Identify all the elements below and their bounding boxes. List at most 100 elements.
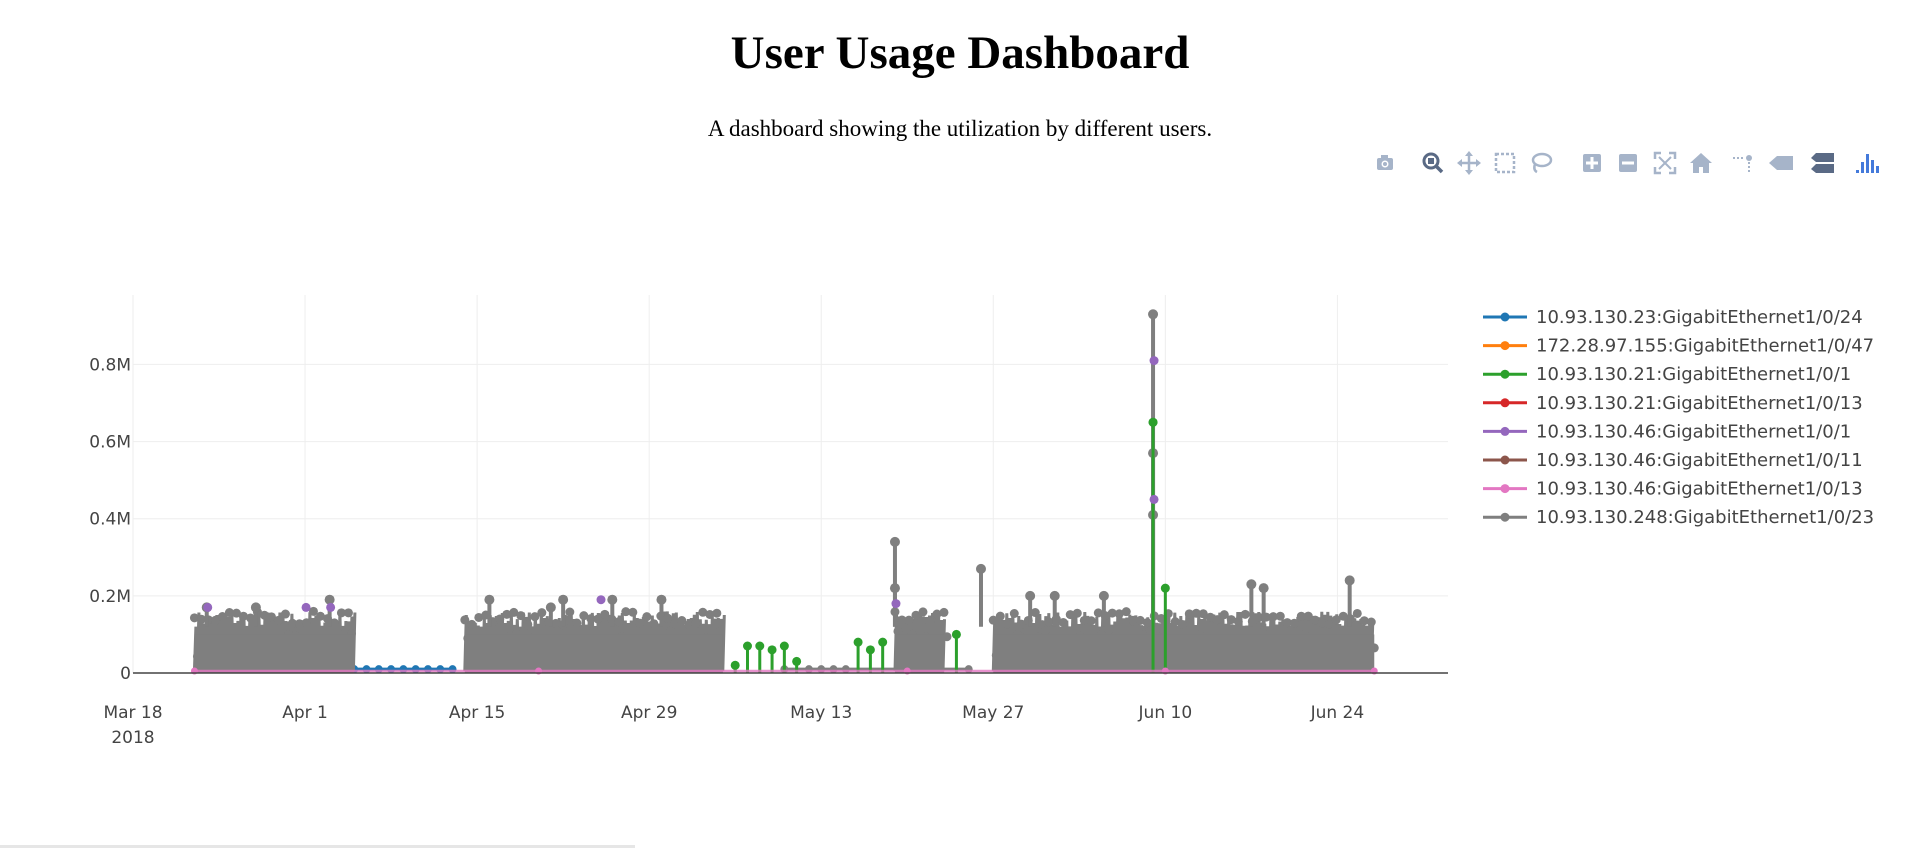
x-tick-label: Mar 18 bbox=[103, 703, 162, 723]
data-point bbox=[1352, 608, 1362, 618]
data-point bbox=[1177, 619, 1187, 629]
data-point bbox=[250, 602, 261, 613]
legend-marker bbox=[1500, 426, 1510, 436]
legend-label: 10.93.130.248:GigabitEthernet1/0/23 bbox=[1536, 507, 1874, 528]
x-tick-sublabel: 2018 bbox=[111, 728, 154, 748]
legend-marker bbox=[1500, 369, 1510, 379]
data-point bbox=[245, 613, 255, 623]
data-point bbox=[1258, 583, 1269, 594]
legend-label: 10.93.130.21:GigabitEthernet1/0/1 bbox=[1536, 364, 1851, 385]
data-point bbox=[792, 656, 802, 666]
data-point bbox=[889, 583, 900, 594]
data-point bbox=[628, 607, 638, 617]
data-point bbox=[1098, 590, 1109, 601]
legend-label: 10.93.130.46:GigabitEthernet1/0/13 bbox=[1536, 479, 1863, 500]
horizontal-scrollbar[interactable] bbox=[0, 845, 635, 848]
y-tick-label: 0.4M bbox=[89, 510, 131, 530]
data-point bbox=[878, 637, 888, 647]
data-point bbox=[918, 607, 928, 617]
data-point bbox=[656, 594, 667, 605]
x-tick-label: Apr 1 bbox=[282, 703, 328, 723]
data-point bbox=[614, 617, 624, 627]
legend-item[interactable]: 172.28.97.155:GigabitEthernet1/0/47 bbox=[1483, 336, 1874, 357]
series-fill bbox=[993, 634, 1375, 673]
legend-item[interactable]: 10.93.130.21:GigabitEthernet1/0/13 bbox=[1483, 393, 1863, 414]
data-point bbox=[565, 607, 575, 617]
data-point bbox=[326, 602, 336, 612]
data-point bbox=[1344, 575, 1355, 586]
legend-label: 10.93.130.23:GigabitEthernet1/0/24 bbox=[1536, 307, 1863, 328]
legend-item[interactable]: 10.93.130.46:GigabitEthernet1/0/13 bbox=[1483, 479, 1863, 500]
data-point bbox=[951, 629, 961, 639]
data-point bbox=[1289, 618, 1299, 628]
data-point bbox=[1240, 609, 1250, 619]
data-point bbox=[865, 645, 875, 655]
x-tick-label: Apr 29 bbox=[621, 703, 677, 723]
series-line-gray bbox=[189, 309, 1379, 674]
data-point bbox=[596, 595, 606, 605]
data-point bbox=[995, 611, 1005, 621]
legend-item[interactable]: 10.93.130.248:GigabitEthernet1/0/23 bbox=[1483, 507, 1874, 528]
data-point bbox=[712, 608, 722, 618]
x-tick-label: Jun 10 bbox=[1138, 703, 1193, 723]
data-point bbox=[1149, 494, 1159, 504]
data-point bbox=[889, 536, 900, 547]
data-point bbox=[523, 619, 533, 629]
series-line-purple bbox=[203, 356, 1159, 612]
data-point bbox=[779, 641, 789, 651]
data-point bbox=[301, 618, 311, 628]
data-point bbox=[891, 599, 901, 609]
legend-item[interactable]: 10.93.130.46:GigabitEthernet1/0/1 bbox=[1483, 421, 1851, 442]
data-point bbox=[649, 619, 659, 629]
data-point bbox=[1009, 609, 1019, 619]
x-tick-label: May 13 bbox=[790, 703, 852, 723]
data-point bbox=[558, 594, 569, 605]
data-point bbox=[545, 602, 556, 613]
data-point bbox=[1049, 590, 1060, 601]
data-point bbox=[516, 611, 526, 621]
data-point bbox=[280, 609, 290, 619]
data-point bbox=[1072, 608, 1082, 618]
data-point bbox=[1148, 309, 1159, 320]
series-fill bbox=[894, 634, 945, 673]
data-point bbox=[1040, 626, 1050, 636]
y-tick-label: 0.6M bbox=[89, 433, 131, 453]
y-tick-label: 0.2M bbox=[89, 587, 131, 607]
legend-marker bbox=[1500, 312, 1510, 322]
legend-item[interactable]: 10.93.130.21:GigabitEthernet1/0/1 bbox=[1483, 364, 1851, 385]
legend-label: 10.93.130.46:GigabitEthernet1/0/1 bbox=[1536, 421, 1851, 442]
data-point bbox=[1086, 616, 1096, 626]
data-point bbox=[691, 619, 701, 629]
data-point bbox=[1002, 619, 1012, 629]
data-point bbox=[642, 612, 652, 622]
y-tick-label: 0 bbox=[120, 664, 131, 684]
legend-label: 10.93.130.21:GigabitEthernet1/0/13 bbox=[1536, 393, 1863, 414]
data-point bbox=[1366, 617, 1376, 627]
data-point bbox=[635, 618, 645, 628]
data-point bbox=[537, 608, 547, 618]
data-point bbox=[301, 602, 311, 612]
legend-item[interactable]: 10.93.130.23:GigabitEthernet1/0/24 bbox=[1483, 307, 1863, 328]
data-point bbox=[742, 641, 752, 651]
data-point bbox=[1148, 417, 1158, 427]
series-fill bbox=[464, 634, 723, 673]
data-point bbox=[484, 594, 495, 605]
data-point bbox=[467, 619, 477, 629]
x-tick-label: May 27 bbox=[962, 703, 1024, 723]
legend-marker bbox=[1500, 484, 1510, 494]
legend-marker bbox=[1500, 455, 1510, 465]
data-point bbox=[1142, 618, 1152, 628]
data-point bbox=[767, 645, 777, 655]
data-point bbox=[730, 660, 740, 670]
data-point bbox=[1025, 590, 1036, 601]
data-point bbox=[1121, 607, 1131, 617]
legend-item[interactable]: 10.93.130.46:GigabitEthernet1/0/11 bbox=[1483, 450, 1863, 471]
data-point bbox=[853, 637, 863, 647]
data-point bbox=[1149, 356, 1159, 366]
legend-marker bbox=[1500, 398, 1510, 408]
data-point bbox=[607, 594, 618, 605]
usage-chart[interactable]: 0 0.2M 0.4M 0.6M 0.8M Mar 18 2018 Apr 1 Apr 15 Ap… bbox=[0, 0, 1920, 850]
series-fill bbox=[194, 634, 355, 673]
legend-marker bbox=[1500, 341, 1510, 351]
data-point bbox=[343, 608, 353, 618]
